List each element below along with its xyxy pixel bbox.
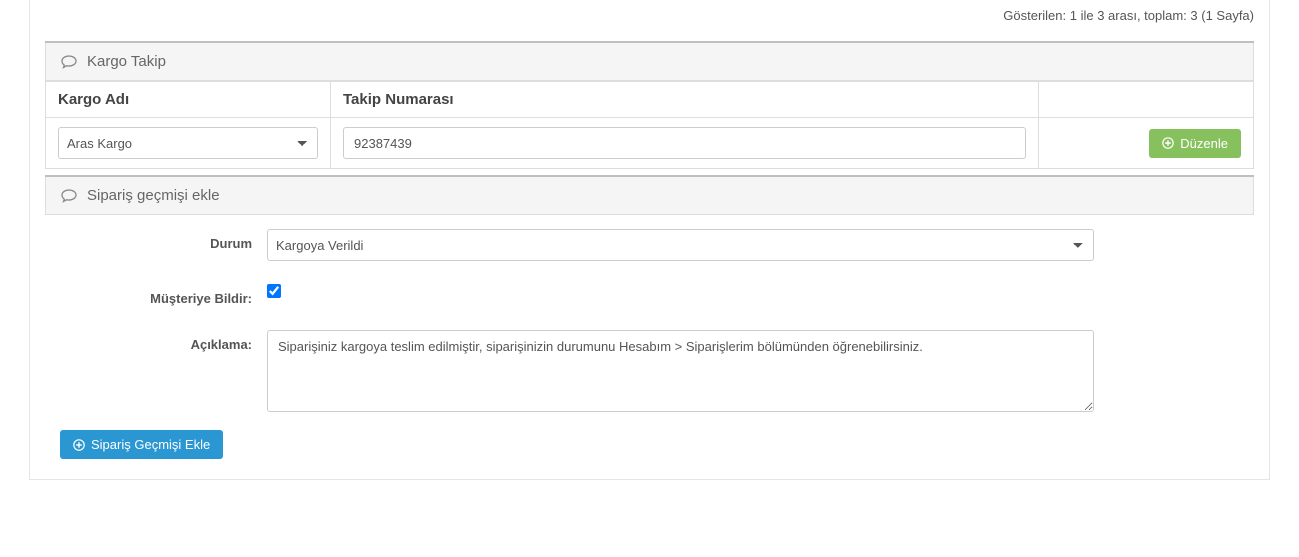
status-select[interactable]: Kargoya Verildi bbox=[267, 229, 1094, 261]
edit-cargo-label: Düzenle bbox=[1180, 136, 1228, 151]
status-form-group: Durum Kargoya Verildi bbox=[45, 229, 1254, 261]
main-container: Gösterilen: 1 ile 3 arası, toplam: 3 (1 … bbox=[29, 0, 1270, 480]
add-history-button[interactable]: Sipariş Geçmişi Ekle bbox=[60, 430, 223, 459]
history-panel-heading: Sipariş geçmişi ekle bbox=[45, 177, 1254, 215]
cargo-table: Kargo Adı Takip Numarası Aras Kargo bbox=[45, 81, 1254, 169]
cargo-tracking-panel: Kargo Takip Kargo Adı Takip Numarası Ara… bbox=[45, 41, 1254, 169]
order-history-panel: Sipariş geçmişi ekle Durum Kargoya Veril… bbox=[45, 175, 1254, 459]
comment-icon bbox=[61, 189, 77, 203]
desc-label: Açıklama: bbox=[45, 330, 267, 352]
tracking-number-input[interactable] bbox=[343, 127, 1026, 159]
plus-circle-icon bbox=[1162, 137, 1174, 149]
submit-row: Sipariş Geçmişi Ekle bbox=[45, 430, 1254, 459]
cargo-col-actions bbox=[1039, 82, 1254, 118]
notify-form-group: Müşteriye Bildir: bbox=[45, 279, 1254, 306]
carrier-select[interactable]: Aras Kargo bbox=[58, 127, 318, 159]
cargo-col-tracking: Takip Numarası bbox=[331, 82, 1039, 118]
cargo-panel-title: Kargo Takip bbox=[87, 53, 166, 70]
pagination-info: Gösterilen: 1 ile 3 arası, toplam: 3 (1 … bbox=[45, 0, 1254, 35]
plus-circle-icon bbox=[73, 439, 85, 451]
comment-icon bbox=[61, 55, 77, 69]
status-label: Durum bbox=[45, 229, 267, 251]
notify-label: Müşteriye Bildir: bbox=[45, 279, 267, 306]
notify-checkbox[interactable] bbox=[267, 284, 281, 298]
desc-textarea[interactable] bbox=[267, 330, 1094, 412]
edit-cargo-button[interactable]: Düzenle bbox=[1149, 129, 1241, 158]
cargo-panel-heading: Kargo Takip bbox=[45, 43, 1254, 81]
history-panel-title: Sipariş geçmişi ekle bbox=[87, 187, 220, 204]
cargo-col-carrier: Kargo Adı bbox=[46, 82, 331, 118]
desc-form-group: Açıklama: bbox=[45, 330, 1254, 415]
cargo-table-header-row: Kargo Adı Takip Numarası bbox=[46, 82, 1254, 118]
cargo-table-row: Aras Kargo Düzenle bbox=[46, 118, 1254, 169]
add-history-label: Sipariş Geçmişi Ekle bbox=[91, 437, 210, 452]
